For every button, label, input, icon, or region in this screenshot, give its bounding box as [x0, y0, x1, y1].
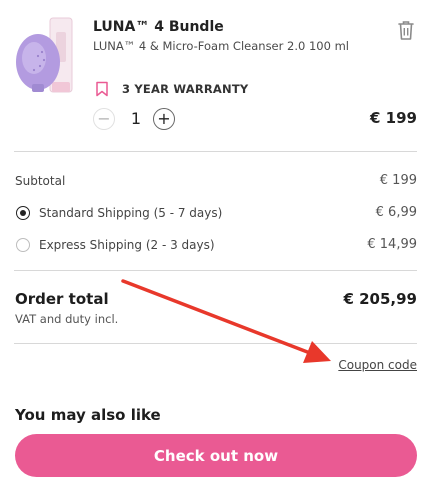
quantity-increase-button[interactable]: +: [153, 108, 175, 130]
coupon-code-link[interactable]: Coupon code: [338, 358, 417, 372]
vat-note: VAT and duty incl.: [15, 312, 119, 326]
express-shipping-label[interactable]: Express Shipping (2 - 3 days): [39, 238, 215, 252]
warranty-label: 3 YEAR WARRANTY: [122, 82, 249, 96]
divider: [14, 151, 417, 152]
standard-shipping-label[interactable]: Standard Shipping (5 - 7 days): [39, 206, 222, 220]
subtotal-label: Subtotal: [15, 174, 66, 188]
subtotal-value: € 199: [379, 173, 417, 188]
bookmark-icon: [96, 81, 108, 97]
order-total-value: € 205,99: [343, 290, 417, 308]
checkout-button[interactable]: Check out now: [15, 434, 417, 477]
quantity-decrease-button[interactable]: −: [93, 108, 115, 130]
product-price: € 199: [370, 109, 417, 127]
product-title: LUNA™ 4 Bundle: [93, 19, 224, 35]
divider: [14, 343, 417, 344]
standard-shipping-price: € 6,99: [375, 205, 417, 220]
trash-icon[interactable]: [396, 19, 416, 41]
quantity-value: 1: [130, 109, 142, 128]
product-description: LUNA™ 4 & Micro-Foam Cleanser 2.0 100 ml: [93, 39, 349, 53]
divider: [14, 270, 417, 271]
recommendations-heading: You may also like: [15, 406, 161, 424]
product-image: [16, 17, 73, 93]
order-total-label: Order total: [15, 290, 109, 308]
express-shipping-radio[interactable]: [16, 238, 30, 252]
standard-shipping-radio[interactable]: [16, 206, 30, 220]
express-shipping-price: € 14,99: [367, 237, 417, 252]
